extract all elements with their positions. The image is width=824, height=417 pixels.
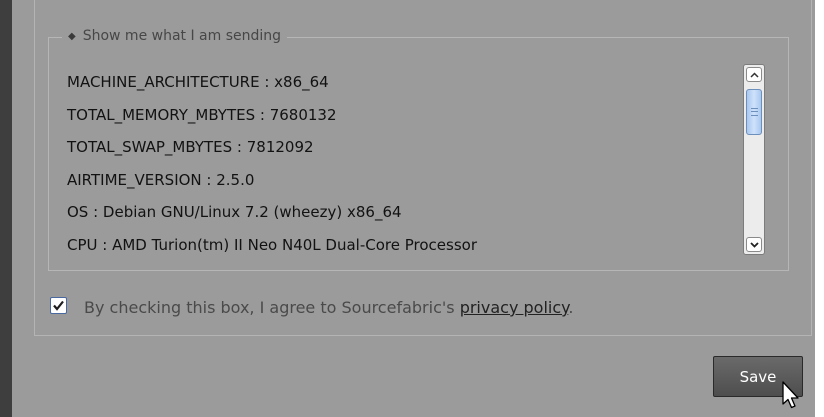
info-line-memory: TOTAL_MEMORY_MBYTES : 7680132 bbox=[67, 105, 337, 124]
show-sending-toggle[interactable]: ◆ Show me what I am sending bbox=[62, 25, 288, 47]
info-line-os: OS : Debian GNU/Linux 7.2 (wheezy) x86_6… bbox=[67, 203, 402, 222]
privacy-policy-link[interactable]: privacy policy bbox=[460, 298, 569, 317]
grip-icon bbox=[750, 108, 758, 116]
left-sidebar-edge bbox=[0, 0, 12, 417]
checkmark-icon bbox=[53, 300, 64, 311]
sort-arrows-icon: ◆ bbox=[68, 30, 76, 42]
mouse-cursor-icon bbox=[782, 381, 799, 409]
info-line-version: AIRTIME_VERSION : 2.5.0 bbox=[67, 170, 255, 189]
info-line-cpu: CPU : AMD Turion(tm) II Neo N40L Dual-Co… bbox=[67, 235, 477, 254]
show-sending-label: Show me what I am sending bbox=[82, 28, 282, 44]
info-line-swap: TOTAL_SWAP_MBYTES : 7812092 bbox=[67, 138, 314, 157]
info-line-architecture: MACHINE_ARCHITECTURE : x86_64 bbox=[67, 73, 329, 91]
system-info-list: MACHINE_ARCHITECTURE : x86_64 TOTAL_MEMO… bbox=[67, 66, 737, 262]
scroll-up-button[interactable] bbox=[746, 67, 762, 82]
chevron-up-icon bbox=[749, 71, 759, 78]
chevron-down-icon bbox=[749, 241, 759, 248]
right-edge bbox=[815, 0, 824, 417]
info-scrollbar[interactable] bbox=[743, 64, 765, 255]
privacy-period: . bbox=[568, 298, 574, 317]
privacy-agree-text: By checking this box, I agree to Sourcef… bbox=[84, 298, 460, 317]
scroll-down-button[interactable] bbox=[746, 237, 762, 252]
privacy-agree-checkbox[interactable] bbox=[50, 297, 67, 314]
scroll-thumb[interactable] bbox=[746, 89, 762, 135]
privacy-agree-label: By checking this box, I agree to Sourcef… bbox=[84, 297, 573, 319]
